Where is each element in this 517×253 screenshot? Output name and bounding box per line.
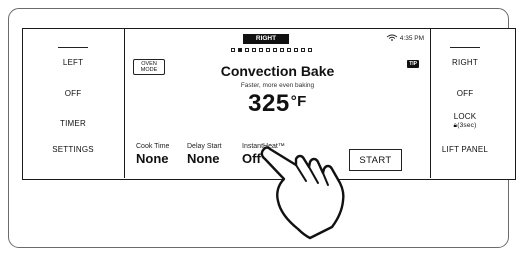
page-dot [301, 48, 305, 52]
page-dot [252, 48, 256, 52]
left-off-button[interactable]: OFF [23, 89, 123, 98]
temperature-value: 325 [248, 90, 290, 117]
left-zone-indicator-line [58, 47, 88, 48]
wifi-icon [386, 34, 400, 42]
timer-button[interactable]: TIMER [23, 119, 123, 128]
lock-hold-hint: 🔒︎(3sec) [453, 122, 477, 129]
right-zone-indicator-line [450, 47, 480, 48]
cooking-mode-description: Faster, more even baking [240, 82, 315, 89]
right-control-column: RIGHT OFF LOCK 🔒︎(3sec) LIFT PANEL [415, 29, 515, 179]
page-dot [308, 48, 312, 52]
right-off-button[interactable]: OFF [415, 89, 515, 98]
page-dot [294, 48, 298, 52]
page-dot [238, 48, 242, 52]
start-button[interactable]: START [349, 149, 402, 171]
left-control-column: LEFT OFF TIMER SETTINGS [23, 29, 123, 179]
page-dot [259, 48, 263, 52]
delay-start-option[interactable]: Delay Start None [187, 143, 222, 166]
cook-time-value: None [136, 151, 169, 166]
right-zone-button[interactable]: RIGHT [415, 58, 515, 67]
page-dot [266, 48, 270, 52]
page-dot [280, 48, 284, 52]
page-indicator [231, 48, 312, 52]
page-dot [245, 48, 249, 52]
page-dot [287, 48, 291, 52]
temperature-unit: °F [290, 93, 307, 110]
cooking-mode-title[interactable]: Convection Bake [125, 63, 430, 79]
temperature-display[interactable]: 325°F [125, 90, 430, 118]
cook-time-label: Cook Time [136, 143, 170, 150]
delay-start-label: Delay Start [187, 143, 222, 150]
lock-button[interactable]: LOCK 🔒︎(3sec) [415, 112, 515, 130]
pointing-hand-icon [260, 146, 345, 240]
lift-panel-button[interactable]: LIFT PANEL [415, 145, 515, 154]
page-dot [231, 48, 235, 52]
left-zone-button[interactable]: LEFT [23, 58, 123, 67]
delay-start-value: None [187, 151, 220, 166]
page-dot [273, 48, 277, 52]
cook-time-option[interactable]: Cook Time None [136, 143, 169, 166]
settings-button[interactable]: SETTINGS [23, 145, 123, 154]
zone-badge: RIGHT [243, 34, 289, 44]
lock-label: LOCK [453, 112, 477, 121]
